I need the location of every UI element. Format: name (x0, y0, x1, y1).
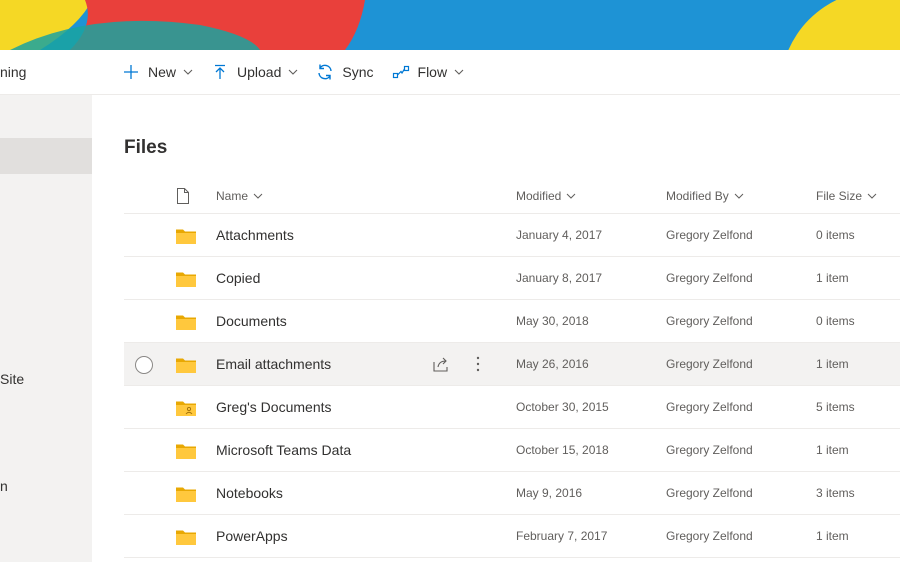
table-row[interactable]: Attachments January 4, 2017 Gregory Zelf… (124, 214, 900, 257)
chevron-down-icon (566, 191, 576, 201)
modified-by: Gregory Zelfond (666, 486, 753, 500)
leftnav-item-other[interactable]: n (0, 478, 8, 494)
file-name-link[interactable]: Microsoft Teams Data (216, 442, 351, 458)
files-table: Name Modified Modified By File Size Atta… (124, 178, 900, 558)
leftnav-header: ning (0, 50, 92, 95)
modified-date: October 30, 2015 (516, 400, 609, 414)
modified-by: Gregory Zelfond (666, 228, 753, 242)
table-row[interactable]: Greg's Documents October 30, 2015 Gregor… (124, 386, 900, 429)
plus-icon (122, 63, 140, 81)
new-button[interactable]: New (122, 63, 193, 81)
column-header-file-size[interactable]: File Size (816, 189, 877, 203)
page-title: Files (124, 137, 168, 158)
column-header-modified-label: Modified (516, 189, 562, 203)
file-size: 1 item (816, 443, 849, 457)
folder-icon (176, 357, 196, 373)
column-header-modified[interactable]: Modified (516, 189, 576, 203)
flow-button[interactable]: Flow (392, 63, 465, 81)
shared-folder-icon (176, 400, 196, 416)
file-name-link[interactable]: Email attachments (216, 356, 331, 372)
leftnav-site-name[interactable]: ning (0, 64, 26, 80)
file-name-link[interactable]: Greg's Documents (216, 399, 332, 415)
sync-button-label: Sync (342, 64, 374, 80)
upload-button-label: Upload (237, 64, 282, 80)
modified-date: May 26, 2016 (516, 357, 589, 371)
upload-arrow-icon (211, 63, 229, 81)
header-banner (0, 0, 900, 50)
chevron-down-icon (288, 67, 298, 77)
folder-icon (176, 314, 196, 330)
modified-by: Gregory Zelfond (666, 529, 753, 543)
modified-date: May 30, 2018 (516, 314, 589, 328)
file-size: 1 item (816, 271, 849, 285)
table-row[interactable]: Email attachments May 26, 2016 Gregory Z… (124, 343, 900, 386)
modified-date: February 7, 2017 (516, 529, 608, 543)
folder-icon (176, 228, 196, 244)
flow-icon (392, 63, 410, 81)
column-header-modified-by-label: Modified By (666, 189, 729, 203)
modified-by: Gregory Zelfond (666, 271, 753, 285)
flow-button-label: Flow (417, 64, 448, 80)
modified-by: Gregory Zelfond (666, 443, 753, 457)
file-name-link[interactable]: Notebooks (216, 485, 283, 501)
folder-icon (176, 529, 196, 545)
banner-artwork (0, 0, 900, 50)
more-options-icon[interactable] (470, 355, 486, 373)
table-row[interactable]: Notebooks May 9, 2016 Gregory Zelfond 3 … (124, 472, 900, 515)
chevron-down-icon (253, 191, 263, 201)
column-header-name-label: Name (216, 189, 249, 203)
file-size: 1 item (816, 357, 849, 371)
file-name-link[interactable]: PowerApps (216, 528, 288, 544)
modified-by: Gregory Zelfond (666, 314, 753, 328)
table-row[interactable]: Microsoft Teams Data October 15, 2018 Gr… (124, 429, 900, 472)
chevron-down-icon (867, 191, 877, 201)
folder-icon (176, 486, 196, 502)
modified-date: January 8, 2017 (516, 271, 603, 285)
sync-icon (316, 63, 334, 81)
chevron-down-icon (734, 191, 744, 201)
row-select-radio[interactable] (135, 356, 153, 374)
table-row[interactable]: PowerApps February 7, 2017 Gregory Zelfo… (124, 515, 900, 558)
modified-by: Gregory Zelfond (666, 357, 753, 371)
column-header-file-size-label: File Size (816, 189, 863, 203)
file-size: 1 item (816, 529, 849, 543)
left-navigation: ning Site n (0, 50, 92, 562)
file-name-link[interactable]: Attachments (216, 227, 294, 243)
upload-button[interactable]: Upload (211, 63, 298, 81)
leftnav-selected-item[interactable] (0, 138, 92, 174)
column-header-type[interactable] (176, 188, 190, 207)
file-size: 3 items (816, 486, 855, 500)
chevron-down-icon (183, 67, 193, 77)
column-header-name[interactable]: Name (216, 189, 263, 203)
file-size: 0 items (816, 228, 855, 242)
leftnav-item-site[interactable]: Site (0, 371, 24, 387)
table-header: Name Modified Modified By File Size (124, 178, 900, 214)
sync-button[interactable]: Sync (316, 63, 374, 81)
file-size: 0 items (816, 314, 855, 328)
file-name-link[interactable]: Copied (216, 270, 260, 286)
table-row[interactable]: Documents May 30, 2018 Gregory Zelfond 0… (124, 300, 900, 343)
column-header-modified-by[interactable]: Modified By (666, 189, 744, 203)
table-row[interactable]: Copied January 8, 2017 Gregory Zelfond 1… (124, 257, 900, 300)
folder-icon (176, 443, 196, 459)
new-button-label: New (148, 64, 177, 80)
modified-date: October 15, 2018 (516, 443, 609, 457)
command-bar: New Upload Sync Flow (92, 50, 900, 95)
share-icon[interactable] (432, 355, 450, 373)
file-name-link[interactable]: Documents (216, 313, 287, 329)
modified-by: Gregory Zelfond (666, 400, 753, 414)
file-type-icon (176, 188, 190, 207)
modified-date: January 4, 2017 (516, 228, 603, 242)
folder-icon (176, 271, 196, 287)
file-size: 5 items (816, 400, 855, 414)
chevron-down-icon (454, 67, 464, 77)
modified-date: May 9, 2016 (516, 486, 583, 500)
